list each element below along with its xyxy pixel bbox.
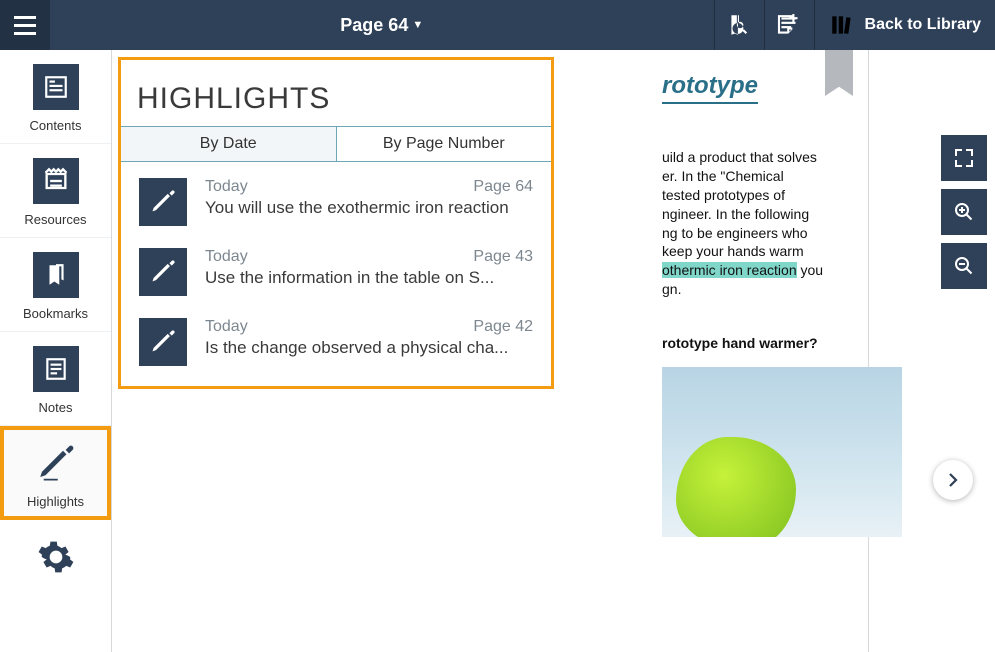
highlight-snippet: Is the change observed a physical cha... [205, 338, 533, 358]
tab-by-date[interactable]: By Date [121, 127, 337, 161]
add-note-button[interactable] [764, 0, 814, 50]
page-selector[interactable]: Page 64 ▼ [50, 15, 714, 36]
highlight-page: Page 64 [473, 178, 533, 196]
bookmarks-icon [33, 252, 79, 298]
sidebar-item-resources[interactable]: Resources [0, 144, 111, 238]
next-page-button[interactable] [933, 460, 973, 500]
zoom-in-button[interactable] [941, 189, 987, 235]
section-heading: rototype [662, 72, 758, 104]
zoom-in-icon [952, 200, 976, 224]
chevron-down-icon: ▼ [412, 19, 423, 31]
panel-title: HIGHLIGHTS [121, 60, 551, 126]
sidebar-item-label: Highlights [27, 494, 84, 509]
highlighter-icon [139, 248, 187, 296]
sidebar-item-label: Notes [39, 400, 73, 415]
highlights-list: Today Page 64 You will use the exothermi… [121, 162, 551, 386]
library-icon [829, 12, 855, 38]
reading-area: rototype uild a product that solves er. … [112, 50, 995, 652]
chevron-right-icon [944, 471, 962, 489]
question-text: rototype hand warmer? [662, 335, 912, 351]
fullscreen-icon [952, 146, 976, 170]
hamburger-icon [14, 16, 36, 35]
highlight-item[interactable]: Today Page 42 Is the change observed a p… [121, 302, 551, 372]
sidebar-item-label: Contents [29, 118, 81, 133]
highlight-date: Today [205, 318, 248, 336]
highlighter-icon [139, 178, 187, 226]
view-controls [941, 135, 987, 289]
fullscreen-button[interactable] [941, 135, 987, 181]
zoom-out-icon [952, 254, 976, 278]
book-search-icon [726, 12, 752, 38]
sidebar-item-settings[interactable] [0, 520, 111, 598]
contents-icon [33, 64, 79, 110]
sidebar: Contents Resources Bookmarks Notes Highl… [0, 50, 112, 652]
highlight-item[interactable]: Today Page 64 You will use the exothermi… [121, 162, 551, 232]
page-label: Page 64 [340, 15, 408, 36]
sidebar-item-label: Bookmarks [23, 306, 88, 321]
back-to-library-label: Back to Library [865, 16, 981, 34]
highlight-snippet: You will use the exothermic iron reactio… [205, 198, 533, 218]
highlight-date: Today [205, 178, 248, 196]
sidebar-item-notes[interactable]: Notes [0, 332, 111, 426]
notes-icon [33, 346, 79, 392]
highlighter-icon [139, 318, 187, 366]
sidebar-item-highlights[interactable]: Highlights [0, 426, 111, 520]
back-to-library-button[interactable]: Back to Library [814, 0, 995, 50]
menu-button[interactable] [0, 0, 50, 50]
highlighted-text: othermic iron reaction [662, 262, 797, 278]
resources-icon [33, 158, 79, 204]
zoom-out-button[interactable] [941, 243, 987, 289]
search-book-button[interactable] [714, 0, 764, 50]
highlights-panel: HIGHLIGHTS By Date By Page Number [118, 57, 554, 389]
sidebar-item-bookmarks[interactable]: Bookmarks [0, 238, 111, 332]
highlight-date: Today [205, 248, 248, 266]
figure-image [662, 367, 902, 537]
top-actions: Back to Library [714, 0, 995, 50]
top-bar: Page 64 ▼ Back to Library [0, 0, 995, 50]
body-text: uild a product that solves er. In the "C… [662, 148, 912, 299]
highlight-page: Page 42 [473, 318, 533, 336]
settings-icon [33, 534, 79, 580]
panel-tabs: By Date By Page Number [121, 126, 551, 162]
sidebar-item-label: Resources [24, 212, 86, 227]
sidebar-item-contents[interactable]: Contents [0, 50, 111, 144]
highlight-snippet: Use the information in the table on S... [205, 268, 533, 288]
tab-by-page-number[interactable]: By Page Number [337, 127, 552, 161]
highlight-page: Page 43 [473, 248, 533, 266]
highlights-icon [33, 440, 79, 486]
highlight-item[interactable]: Today Page 43 Use the information in the… [121, 232, 551, 302]
note-add-icon [776, 12, 802, 38]
